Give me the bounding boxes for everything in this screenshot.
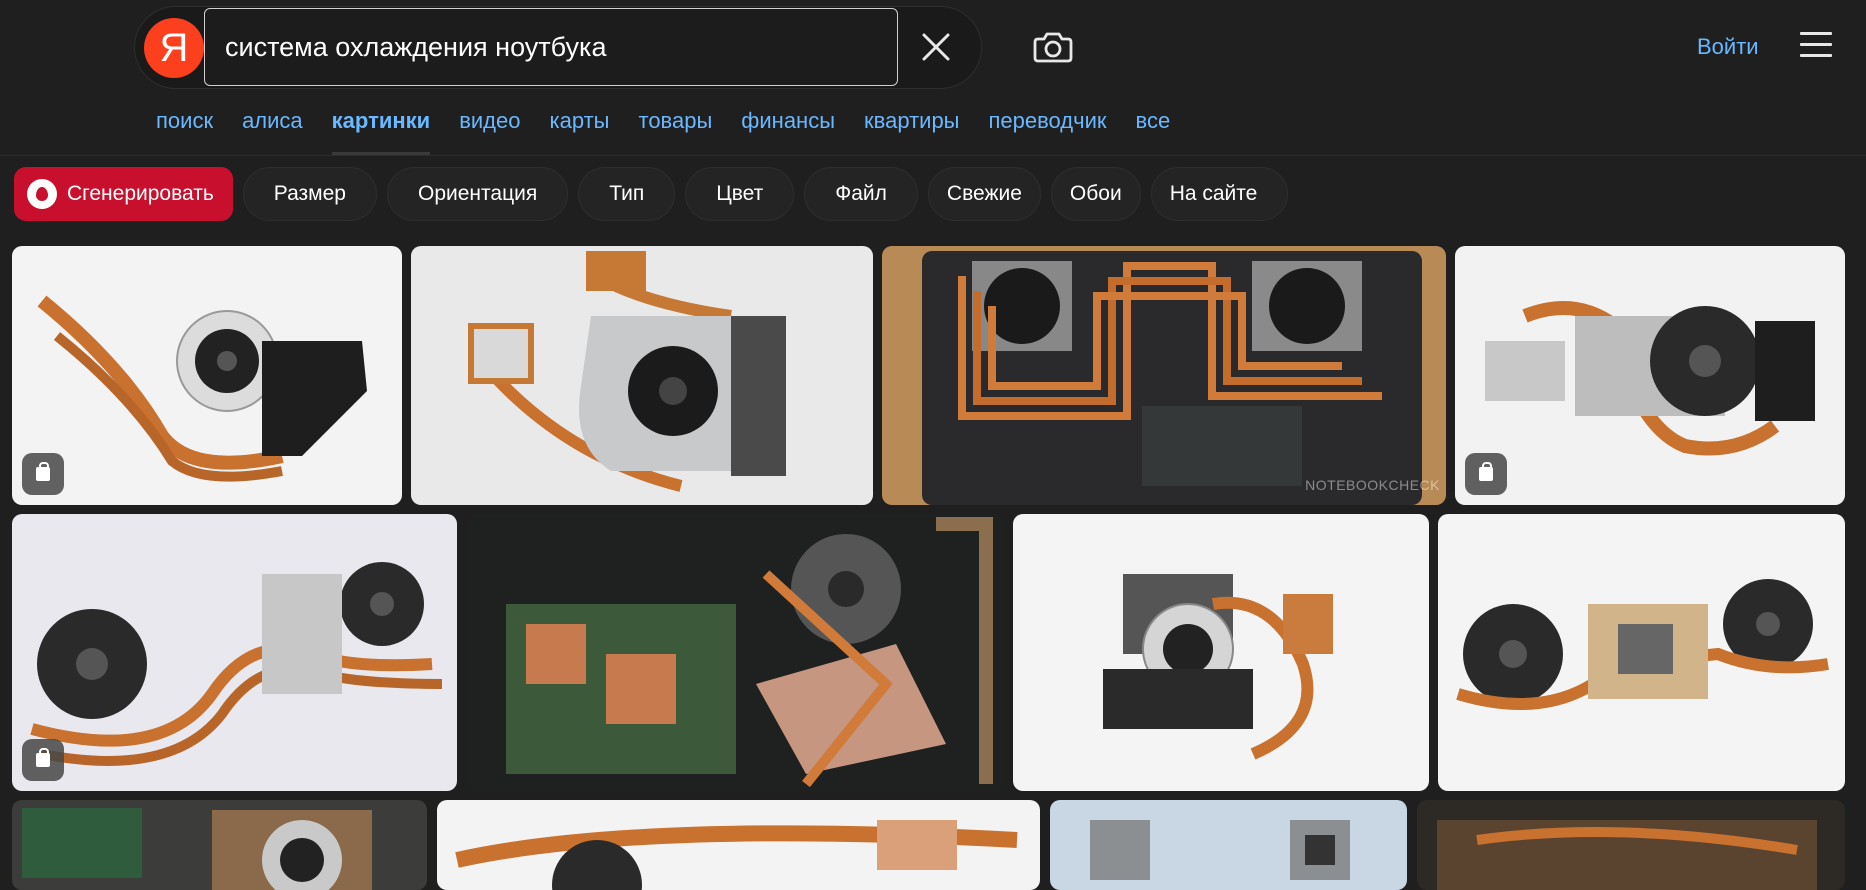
image-result[interactable] bbox=[1417, 800, 1845, 890]
image-result[interactable]: NOTEBOOKCHECK bbox=[882, 246, 1446, 505]
generate-button[interactable]: Сгенерировать bbox=[14, 167, 233, 221]
image-result[interactable] bbox=[1013, 514, 1429, 791]
filter-on-site[interactable]: На сайте bbox=[1150, 167, 1289, 221]
image-thumbnail bbox=[1417, 800, 1845, 890]
filter-bar: Сгенерировать Размер Ориентация Тип Цвет… bbox=[14, 167, 1289, 221]
image-thumbnail bbox=[12, 800, 427, 890]
menu-line bbox=[1800, 54, 1832, 57]
image-thumbnail bbox=[411, 246, 873, 505]
shopping-bag-icon bbox=[22, 739, 64, 781]
menu-button[interactable] bbox=[1800, 32, 1832, 60]
image-thumbnail bbox=[12, 514, 457, 791]
image-result[interactable] bbox=[12, 246, 402, 505]
close-icon bbox=[922, 33, 950, 61]
image-thumbnail bbox=[12, 246, 402, 505]
image-result[interactable] bbox=[12, 800, 427, 890]
shopping-bag-icon bbox=[22, 453, 64, 495]
image-result[interactable] bbox=[12, 514, 457, 791]
image-search-button[interactable] bbox=[1032, 26, 1074, 68]
filter-color[interactable]: Цвет bbox=[685, 167, 795, 221]
tab-video[interactable]: видео bbox=[459, 108, 520, 134]
filter-file[interactable]: Файл bbox=[804, 167, 918, 221]
filter-type[interactable]: Тип bbox=[578, 167, 676, 221]
image-result[interactable] bbox=[1455, 246, 1845, 505]
generate-icon bbox=[27, 179, 57, 209]
image-thumbnail bbox=[1050, 800, 1407, 890]
tab-vse[interactable]: все bbox=[1136, 108, 1171, 134]
header: Я Войти поиск алиса картинки видео карты… bbox=[0, 0, 1866, 156]
tab-poisk[interactable]: поиск bbox=[156, 108, 213, 134]
image-thumbnail bbox=[437, 800, 1040, 890]
tab-kartinki[interactable]: картинки bbox=[331, 108, 430, 155]
search-input[interactable] bbox=[223, 30, 867, 64]
image-thumbnail bbox=[1013, 514, 1429, 791]
search-tabs: поиск алиса картинки видео карты товары … bbox=[156, 108, 1199, 155]
image-result[interactable] bbox=[411, 246, 873, 505]
clear-search-button[interactable] bbox=[916, 24, 956, 70]
image-thumbnail bbox=[1455, 246, 1845, 505]
filter-wallpapers[interactable]: Обои bbox=[1050, 167, 1141, 221]
tab-kvartiry[interactable]: квартиры bbox=[864, 108, 959, 134]
login-link[interactable]: Войти bbox=[1697, 34, 1759, 60]
image-result[interactable] bbox=[1050, 800, 1407, 890]
menu-line bbox=[1800, 43, 1832, 46]
image-thumbnail bbox=[466, 514, 1004, 791]
camera-icon bbox=[1033, 32, 1073, 63]
tab-perevodchik[interactable]: переводчик bbox=[989, 108, 1107, 134]
image-result[interactable] bbox=[1438, 514, 1845, 791]
filter-size[interactable]: Размер bbox=[242, 167, 377, 221]
menu-line bbox=[1800, 32, 1832, 35]
filter-orientation[interactable]: Ориентация bbox=[386, 167, 569, 221]
yandex-logo[interactable]: Я bbox=[144, 18, 204, 78]
search-field[interactable] bbox=[204, 8, 898, 86]
tab-karty[interactable]: карты bbox=[550, 108, 610, 134]
tab-finansy[interactable]: финансы bbox=[741, 108, 835, 134]
image-result[interactable] bbox=[466, 514, 1004, 791]
tab-alisa[interactable]: алиса bbox=[242, 108, 303, 134]
image-thumbnail bbox=[1438, 514, 1845, 791]
filter-fresh[interactable]: Свежие bbox=[927, 167, 1041, 221]
generate-label: Сгенерировать bbox=[67, 182, 214, 205]
image-thumbnail bbox=[882, 246, 1446, 505]
shopping-bag-icon bbox=[1465, 453, 1507, 495]
image-watermark: NOTEBOOKCHECK bbox=[1305, 477, 1440, 493]
image-result[interactable] bbox=[437, 800, 1040, 890]
tab-tovary[interactable]: товары bbox=[638, 108, 712, 134]
